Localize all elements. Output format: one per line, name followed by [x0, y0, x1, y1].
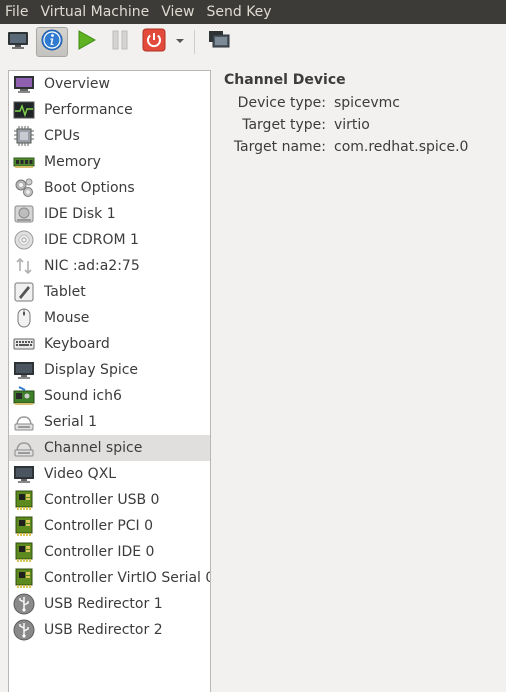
shutdown-button[interactable] [138, 27, 170, 57]
sidebar-item-label: Channel spice [44, 440, 143, 456]
mouse-icon [12, 307, 36, 329]
performance-icon [12, 99, 36, 121]
sidebar-item-label: Display Spice [44, 362, 139, 378]
sidebar-item-memory[interactable]: Memory [9, 149, 210, 175]
sidebar-item-sound-ich6[interactable]: Sound ich6 [9, 383, 210, 409]
sidebar-item-label: NIC :ad:a2:75 [44, 258, 140, 274]
controller-icon [12, 489, 36, 511]
toolbar [0, 24, 506, 60]
sidebar-item-mouse[interactable]: Mouse [9, 305, 210, 331]
details-panel: Channel Device Device type: spicevmc Tar… [224, 70, 504, 158]
details-button[interactable] [36, 27, 68, 57]
detail-key: Target name: [233, 139, 326, 155]
sidebar-item-ide-cdrom-1[interactable]: IDE CDROM 1 [9, 227, 210, 253]
sidebar-item-nic-ad-a2-75[interactable]: NIC :ad:a2:75 [9, 253, 210, 279]
sidebar-item-label: Boot Options [44, 180, 135, 196]
run-button[interactable] [70, 27, 102, 57]
sidebar-item-usb-redirector-2[interactable]: USB Redirector 2 [9, 617, 210, 643]
sidebar-item-label: Tablet [44, 284, 86, 300]
sidebar-item-controller-virtio-serial-0[interactable]: Controller VirtIO Serial 0 [9, 565, 210, 591]
sidebar-item-usb-redirector-1[interactable]: USB Redirector 1 [9, 591, 210, 617]
sidebar-item-label: Controller IDE 0 [44, 544, 155, 560]
menubar: File Virtual Machine View Send Key [0, 0, 506, 24]
sidebar-item-label: Serial 1 [44, 414, 97, 430]
info-icon [40, 28, 64, 56]
detail-value: virtio [334, 117, 370, 133]
disk-icon [12, 203, 36, 225]
usb-icon [12, 619, 36, 641]
monitor-icon [6, 29, 30, 55]
detail-value: spicevmc [334, 95, 401, 111]
sidebar-item-performance[interactable]: Performance [9, 97, 210, 123]
sidebar-item-label: Controller USB 0 [44, 492, 160, 508]
toolbar-separator [194, 30, 195, 54]
sidebar-item-tablet[interactable]: Tablet [9, 279, 210, 305]
menu-virtual-machine[interactable]: Virtual Machine [34, 0, 155, 24]
sidebar-item-video-qxl[interactable]: Video QXL [9, 461, 210, 487]
sidebar-item-label: IDE CDROM 1 [44, 232, 139, 248]
tablet-icon [12, 281, 36, 303]
play-icon [74, 28, 98, 56]
detail-row-target-name: Target name: com.redhat.spice.0 [224, 136, 504, 158]
sidebar-item-label: Keyboard [44, 336, 110, 352]
serial-icon [12, 437, 36, 459]
cdrom-icon [12, 229, 36, 251]
detail-key: Target type: [242, 117, 326, 133]
pause-icon [108, 28, 132, 56]
pause-button[interactable] [104, 27, 136, 57]
shutdown-menu-button[interactable] [172, 27, 188, 57]
sidebar-item-display-spice[interactable]: Display Spice [9, 357, 210, 383]
sidebar-item-keyboard[interactable]: Keyboard [9, 331, 210, 357]
controller-icon [12, 515, 36, 537]
sidebar-item-label: Mouse [44, 310, 90, 326]
sidebar-item-label: Controller PCI 0 [44, 518, 154, 534]
memory-icon [12, 151, 36, 173]
detail-row-device-type: Device type: spicevmc [224, 92, 504, 114]
display-icon [12, 359, 36, 381]
sidebar-item-cpus[interactable]: CPUs [9, 123, 210, 149]
menu-send-key[interactable]: Send Key [200, 0, 277, 24]
detail-value: com.redhat.spice.0 [334, 139, 469, 155]
sidebar-item-ide-disk-1[interactable]: IDE Disk 1 [9, 201, 210, 227]
chevron-down-icon [175, 34, 185, 50]
sidebar-item-overview[interactable]: Overview [9, 71, 210, 97]
sidebar-item-label: IDE Disk 1 [44, 206, 116, 222]
sidebar-item-label: CPUs [44, 128, 80, 144]
sidebar-item-label: Overview [44, 76, 110, 92]
sidebar-item-label: Memory [44, 154, 101, 170]
gear-icon [12, 177, 36, 199]
sidebar-item-label: USB Redirector 2 [44, 622, 163, 638]
display-icon [12, 463, 36, 485]
overview-icon [12, 73, 36, 95]
network-icon [12, 255, 36, 277]
power-icon [142, 28, 166, 56]
sidebar-item-label: Video QXL [44, 466, 117, 482]
sidebar-item-label: USB Redirector 1 [44, 596, 163, 612]
menu-view[interactable]: View [155, 0, 200, 24]
fullscreen-button[interactable] [203, 27, 235, 57]
sidebar-item-controller-pci-0[interactable]: Controller PCI 0 [9, 513, 210, 539]
sidebar-item-label: Sound ich6 [44, 388, 122, 404]
keyboard-icon [12, 333, 36, 355]
sound-card-icon [12, 385, 36, 407]
console-button[interactable] [2, 27, 34, 57]
cpu-icon [12, 125, 36, 147]
detail-row-target-type: Target type: virtio [224, 114, 504, 136]
sidebar-item-controller-ide-0[interactable]: Controller IDE 0 [9, 539, 210, 565]
serial-icon [12, 411, 36, 433]
usb-icon [12, 593, 36, 615]
fullscreen-icon [207, 29, 231, 55]
sidebar-item-channel-spice[interactable]: Channel spice [9, 435, 210, 461]
menu-file[interactable]: File [0, 0, 34, 24]
controller-icon [12, 541, 36, 563]
detail-key: Device type: [237, 95, 326, 111]
hardware-list: Overview Performance CPUs Memory Boot Option… [8, 70, 211, 692]
sidebar-item-label: Performance [44, 102, 133, 118]
sidebar-item-boot-options[interactable]: Boot Options [9, 175, 210, 201]
details-title: Channel Device [224, 72, 346, 88]
controller-icon [12, 567, 36, 589]
sidebar-item-controller-usb-0[interactable]: Controller USB 0 [9, 487, 210, 513]
sidebar-item-label: Controller VirtIO Serial 0 [44, 570, 211, 586]
sidebar-item-serial-1[interactable]: Serial 1 [9, 409, 210, 435]
